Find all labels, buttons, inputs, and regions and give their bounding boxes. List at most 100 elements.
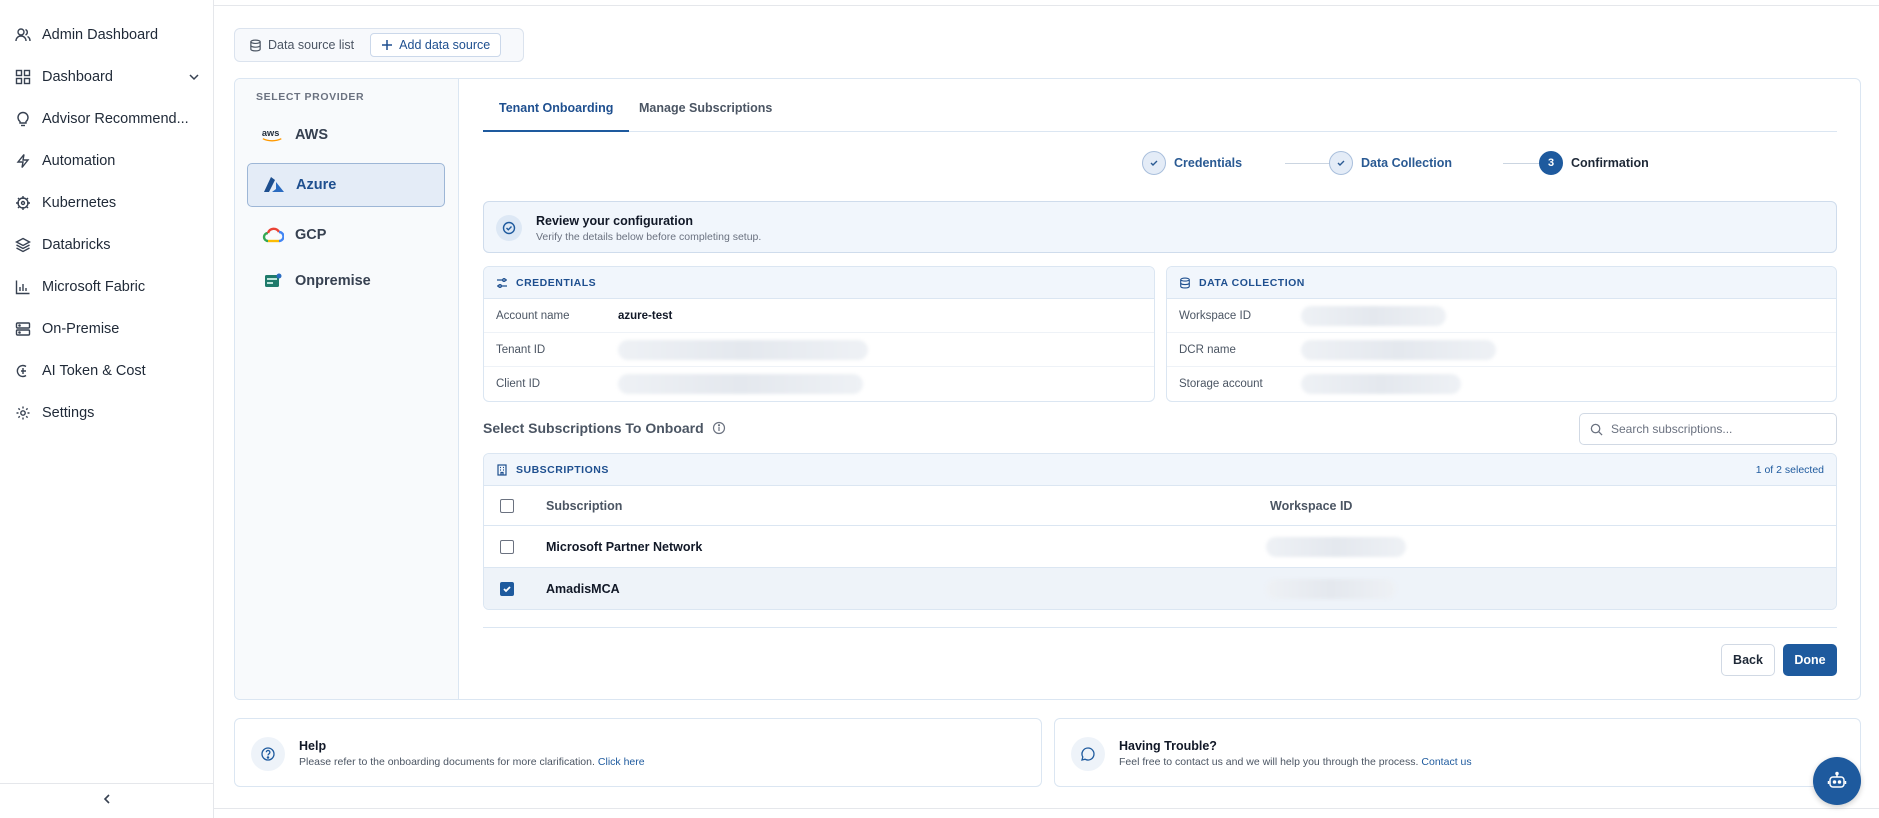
subscription-name: Microsoft Partner Network	[546, 539, 703, 554]
data-collection-title: DATA COLLECTION	[1199, 276, 1305, 289]
credentials-title: CREDENTIALS	[516, 276, 597, 289]
section-title-text: Select Subscriptions To Onboard	[483, 420, 704, 436]
sidebar-item-label: Microsoft Fabric	[42, 279, 146, 295]
sidebar-item-kubernetes[interactable]: Kubernetes	[0, 182, 213, 224]
redacted-value	[1266, 536, 1406, 557]
step-number-badge: 3	[1539, 151, 1563, 175]
sidebar-item-settings[interactable]: Settings	[0, 392, 213, 434]
sidebar-collapse-button[interactable]	[0, 783, 213, 818]
provider-label: Azure	[296, 177, 337, 193]
credentials-row-client: Client ID	[484, 367, 1154, 401]
field-label: Account name	[496, 309, 570, 322]
review-title: Review your configuration	[536, 214, 693, 228]
plus-icon	[382, 40, 393, 50]
provider-title: SELECT PROVIDER	[256, 91, 365, 103]
search-subscriptions	[1579, 413, 1837, 445]
add-data-source-button[interactable]: Add data source	[370, 33, 502, 57]
chevron-down-icon[interactable]	[187, 70, 201, 84]
user-icon	[14, 26, 32, 44]
sidebar-nav: Admin Dashboard Dashboard Advisor Recomm…	[0, 0, 213, 434]
contact-us-link[interactable]: Contact us	[1421, 756, 1471, 768]
row-checkbox[interactable]	[500, 539, 514, 554]
sidebar-item-dashboard[interactable]: Dashboard	[0, 56, 213, 98]
column-header-subscription[interactable]: Subscription	[546, 499, 622, 513]
stepper: Credentials Data Collection 3 Confirmati…	[459, 151, 1860, 177]
sidebar-item-ai-token-cost[interactable]: AI Token & Cost	[0, 350, 213, 392]
data-source-toggle: Data source list Add data source	[234, 28, 524, 62]
database-icon	[250, 39, 261, 51]
selected-count: 1 of 2 selected	[1755, 463, 1824, 476]
azure-logo-icon	[262, 175, 286, 195]
sidebar: Admin Dashboard Dashboard Advisor Recomm…	[0, 0, 214, 818]
step-data-collection[interactable]: Data Collection	[1329, 151, 1452, 175]
review-subtitle: Verify the details below before completi…	[536, 231, 762, 243]
info-icon[interactable]	[712, 421, 726, 435]
credentials-card: CREDENTIALS Account name azure-test Tena…	[483, 266, 1155, 402]
redacted-value	[1266, 579, 1396, 599]
chevron-left-icon	[100, 792, 114, 811]
redacted-value	[1301, 339, 1496, 360]
select-all-checkbox[interactable]	[500, 498, 514, 513]
field-label: Storage account	[1179, 378, 1263, 390]
trouble-title: Having Trouble?	[1119, 739, 1217, 753]
gear-icon	[14, 404, 32, 422]
bar-chart-icon	[14, 278, 32, 296]
account-name-value: azure-test	[618, 309, 673, 322]
column-header-workspace-id[interactable]: Workspace ID	[1270, 499, 1352, 513]
grid-icon	[14, 68, 32, 86]
chatbot-button[interactable]	[1813, 757, 1861, 805]
table-row[interactable]: AmadisMCA	[484, 568, 1836, 609]
subscriptions-table-header: SUBSCRIPTIONS 1 of 2 selected	[484, 454, 1836, 486]
question-icon	[251, 737, 285, 771]
data-collection-card: DATA COLLECTION Workspace ID DCR name St…	[1166, 266, 1837, 402]
provider-gcp[interactable]: GCP	[247, 213, 445, 257]
add-data-source-label: Add data source	[399, 38, 491, 52]
lightbulb-icon	[14, 110, 32, 128]
sidebar-item-microsoft-fabric[interactable]: Microsoft Fabric	[0, 266, 213, 308]
redacted-value	[618, 339, 868, 360]
sidebar-item-label: On-Premise	[42, 321, 120, 337]
sidebar-item-on-premise[interactable]: On-Premise	[0, 308, 213, 350]
data-source-list-button[interactable]: Data source list	[239, 33, 364, 57]
provider-aws[interactable]: aws AWS	[247, 113, 445, 157]
provider-onpremise[interactable]: Onpremise	[247, 259, 445, 303]
subscriptions-column-headers: Subscription Workspace ID	[484, 486, 1836, 526]
sidebar-item-databricks[interactable]: Databricks	[0, 224, 213, 266]
search-icon	[1590, 423, 1603, 436]
sidebar-item-label: Automation	[42, 153, 116, 169]
step-credentials[interactable]: Credentials	[1142, 151, 1242, 175]
tab-tenant-onboarding[interactable]: Tenant Onboarding	[483, 101, 630, 132]
provider-panel: SELECT PROVIDER aws AWS Azure GCP Onprem…	[235, 79, 459, 699]
subscriptions-table-title: SUBSCRIPTIONS	[516, 463, 609, 476]
step-confirmation[interactable]: 3 Confirmation	[1539, 151, 1649, 175]
bottom-divider	[214, 808, 1879, 809]
trouble-description: Feel free to contact us and we will help…	[1119, 756, 1419, 768]
back-button[interactable]: Back	[1721, 644, 1775, 676]
subscription-name: AmadisMCA	[546, 582, 620, 596]
provider-azure[interactable]: Azure	[247, 163, 445, 207]
bolt-icon	[14, 152, 32, 170]
sidebar-item-advisor[interactable]: Advisor Recommend...	[0, 98, 213, 140]
tab-manage-subscriptions[interactable]: Manage Subscriptions	[623, 101, 788, 132]
sidebar-item-automation[interactable]: Automation	[0, 140, 213, 182]
data-collection-row-dcr: DCR name	[1167, 333, 1836, 367]
onboarding-card: SELECT PROVIDER aws AWS Azure GCP Onprem…	[234, 78, 1861, 700]
sidebar-item-label: Advisor Recommend...	[42, 111, 189, 127]
search-input[interactable]	[1611, 422, 1821, 436]
step-label: Credentials	[1174, 156, 1243, 170]
review-banner: Review your configuration Verify the det…	[483, 201, 1837, 253]
help-link[interactable]: Click here	[598, 756, 645, 768]
step-label: Data Collection	[1361, 156, 1452, 170]
done-button[interactable]: Done	[1783, 644, 1837, 676]
check-icon	[1329, 151, 1353, 175]
sidebar-item-admin-dashboard[interactable]: Admin Dashboard	[0, 14, 213, 56]
sidebar-item-label: AI Token & Cost	[42, 363, 146, 379]
row-checkbox[interactable]	[500, 582, 514, 596]
data-collection-row-storage: Storage account	[1167, 367, 1836, 401]
table-row[interactable]: Microsoft Partner Network	[484, 526, 1836, 568]
token-icon	[14, 362, 32, 380]
field-label: DCR name	[1179, 343, 1236, 356]
onboarding-content: Tenant Onboarding Manage Subscriptions C…	[459, 79, 1860, 699]
provider-label: GCP	[295, 227, 327, 243]
subscriptions-table: SUBSCRIPTIONS 1 of 2 selected Subscripti…	[483, 453, 1837, 610]
